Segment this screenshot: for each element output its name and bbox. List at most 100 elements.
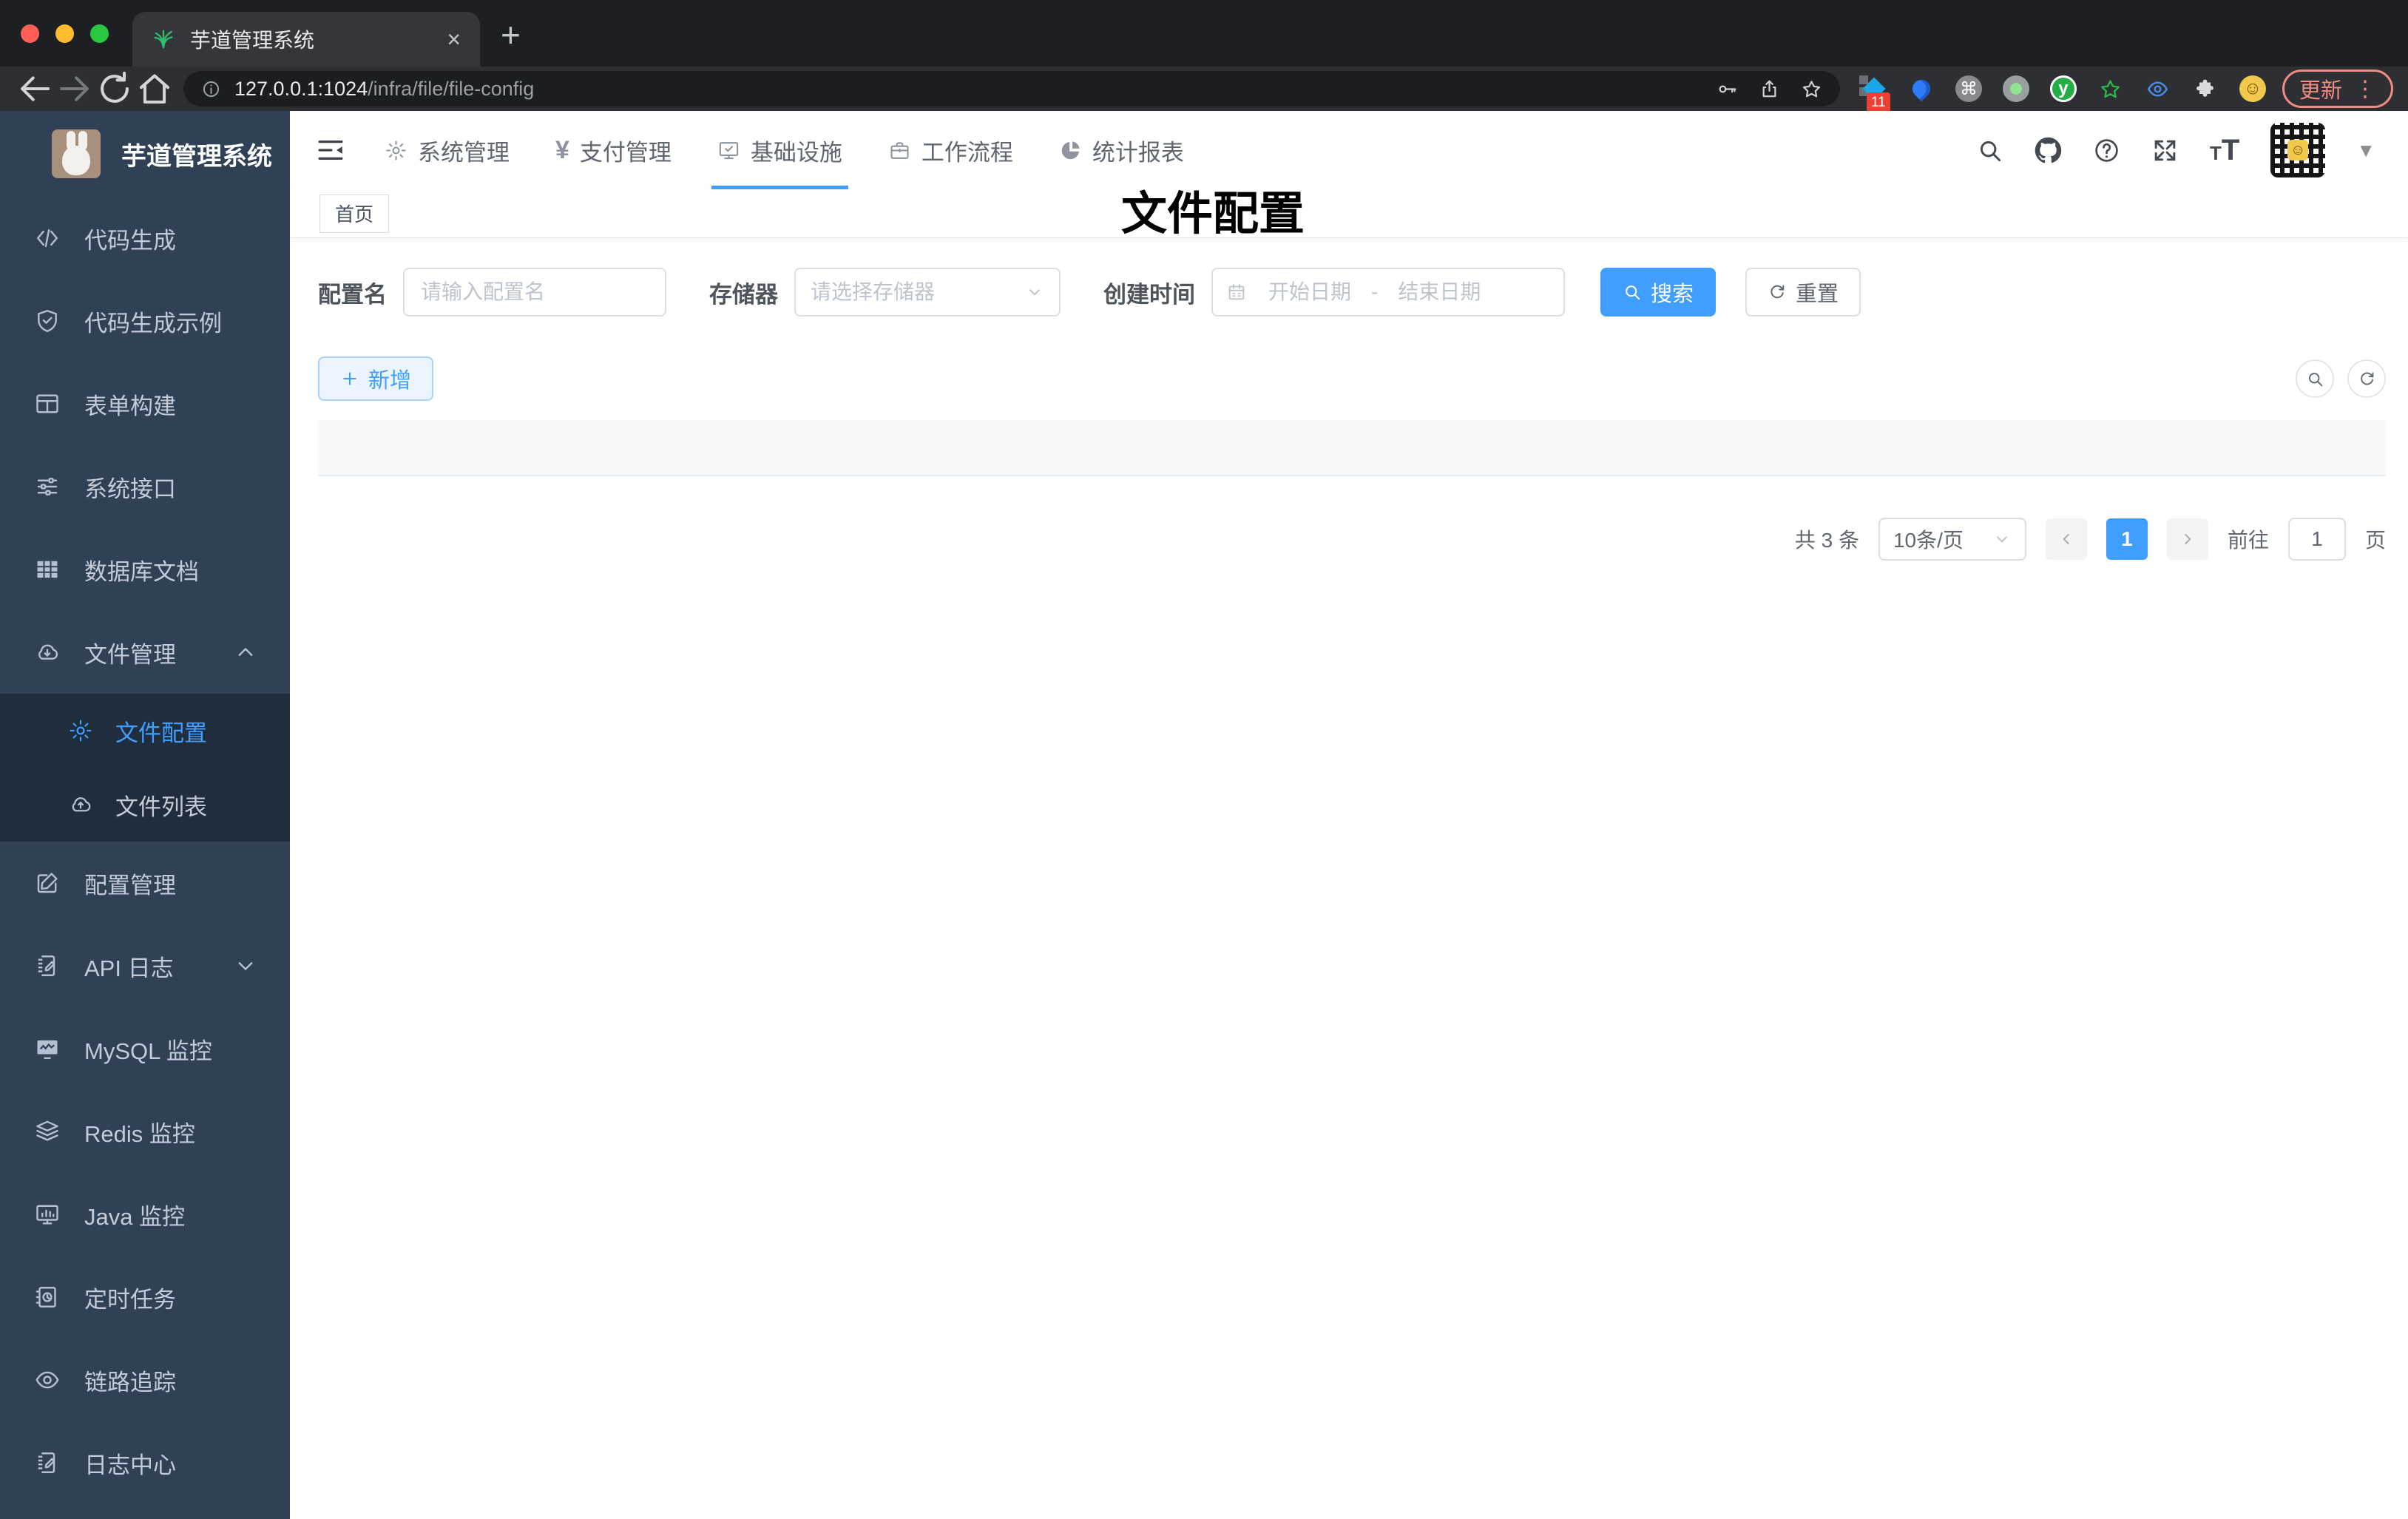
tags-view: 首页 文件配置 <box>290 189 2408 240</box>
topnav-item-label: 系统管理 <box>418 139 510 166</box>
window-controls <box>21 0 132 67</box>
sidebar-item-file-config[interactable]: 文件配置 <box>0 694 290 768</box>
back-icon[interactable] <box>15 69 55 109</box>
doc-clock-icon <box>34 1284 61 1310</box>
chevron-down-icon <box>232 953 259 979</box>
sidebar-item-system-api[interactable]: 系统接口 <box>0 445 290 528</box>
extension-star-icon[interactable] <box>2096 74 2125 104</box>
search-icon[interactable] <box>1976 137 2003 164</box>
extension-y-icon[interactable]: y <box>2049 74 2078 104</box>
sidebar-item-api-log[interactable]: API 日志 <box>0 924 290 1007</box>
extension-eye-icon[interactable] <box>2143 74 2173 104</box>
add-button[interactable]: 新增 <box>318 356 434 401</box>
user-avatar-qr[interactable]: ☺ <box>2270 123 2326 177</box>
extension-command-icon[interactable]: ⌘ <box>1954 74 1983 104</box>
total-count: 共 3 条 <box>1794 529 1859 552</box>
cloud-download-icon <box>34 639 61 666</box>
sidebar: 芋道管理系统 代码生成 代码生成示例 表单构建 系统接口 数据库文档 文件管理文件配置文件… <box>0 111 290 1519</box>
forward-icon[interactable] <box>55 69 95 109</box>
pagination: 共 3 条 10条/页 1 前往 页 <box>318 518 2386 561</box>
avatar-caret-down-icon[interactable]: ▼ <box>2356 139 2375 162</box>
sidebar-item-config-manage[interactable]: 配置管理 <box>0 842 290 924</box>
extension-grid-icon[interactable]: 11 <box>1859 74 1890 112</box>
sidebar-item-trace[interactable]: 链路追踪 <box>0 1339 290 1421</box>
chevron-down-icon <box>1992 530 2012 549</box>
home-icon[interactable] <box>135 69 175 109</box>
config-name-input[interactable] <box>403 268 666 317</box>
chevron-down-icon <box>1025 283 1044 302</box>
sidebar-item-label: 定时任务 <box>84 1286 176 1313</box>
browser-menu-icon[interactable]: ⋮ <box>2354 76 2376 102</box>
help-icon[interactable] <box>2093 137 2120 164</box>
profile-avatar[interactable]: ☺ <box>2238 74 2267 104</box>
password-key-icon[interactable] <box>1717 78 1738 100</box>
start-date-input[interactable] <box>1251 280 1368 304</box>
extension-record-icon[interactable] <box>2001 74 2031 104</box>
extensions-puzzle-icon[interactable] <box>2191 74 2220 104</box>
search-toggle-icon[interactable] <box>2296 359 2334 398</box>
doc-pencil-icon <box>34 1449 61 1476</box>
github-icon[interactable] <box>2035 137 2062 164</box>
url-host: 127.0.0.1:1024 <box>234 77 368 100</box>
page-size-select[interactable]: 10条/页 <box>1878 518 2026 561</box>
end-date-input[interactable] <box>1381 280 1498 304</box>
sidebar-item-file-manage[interactable]: 文件管理 <box>0 611 290 694</box>
site-info-icon[interactable] <box>201 79 221 99</box>
browser-toolbar: 127.0.0.1:1024 /infra/file/file-config 1… <box>0 67 2408 112</box>
prev-page-icon[interactable] <box>2045 518 2087 560</box>
url-bar[interactable]: 127.0.0.1:1024 /infra/file/file-config <box>183 71 1840 106</box>
current-page-button[interactable]: 1 <box>2106 518 2148 560</box>
sidebar-item-java-monitor[interactable]: Java 监控 <box>0 1173 290 1256</box>
sidebar-item-db-doc[interactable]: 数据库文档 <box>0 528 290 611</box>
monitor-pulse-icon <box>34 1035 61 1062</box>
sidebar-item-file-list[interactable]: 文件列表 <box>0 768 290 842</box>
sidebar-item-code-gen[interactable]: 代码生成 <box>0 197 290 280</box>
sidebar-item-redis-monitor[interactable]: Redis 监控 <box>0 1090 290 1173</box>
close-window-button[interactable] <box>21 24 39 43</box>
create-time-label: 创建时间 <box>1103 281 1195 308</box>
extension-pin-icon[interactable] <box>1907 74 1936 104</box>
page-unit-label: 页 <box>2364 529 2386 552</box>
reset-button[interactable]: 重置 <box>1745 268 1861 317</box>
next-page-icon[interactable] <box>2166 518 2208 560</box>
browser-tab[interactable]: 芋道管理系统 × <box>132 12 480 67</box>
db-table-icon <box>34 556 61 583</box>
sidebar-item-form-builder[interactable]: 表单构建 <box>0 362 290 445</box>
gear-icon <box>68 718 93 743</box>
date-range-picker[interactable]: - <box>1211 268 1565 317</box>
minimize-window-button[interactable] <box>55 24 74 43</box>
new-tab-button[interactable]: + <box>501 15 521 55</box>
goto-page-input[interactable] <box>2287 518 2346 561</box>
app-logo[interactable]: 芋道管理系统 <box>0 111 290 197</box>
bookmark-star-icon[interactable] <box>1801 78 1822 100</box>
sidebar-item-log-center[interactable]: 日志中心 <box>0 1421 290 1504</box>
sidebar-item-cron-job[interactable]: 定时任务 <box>0 1256 290 1339</box>
sidebar-item-mysql-monitor[interactable]: MySQL 监控 <box>0 1007 290 1090</box>
search-button[interactable]: 搜索 <box>1600 268 1717 317</box>
share-icon[interactable] <box>1759 78 1780 100</box>
sidebar-item-label: 文件配置 <box>115 720 207 746</box>
zoom-window-button[interactable] <box>90 24 109 43</box>
browser-update-button[interactable]: 更新 ⋮ <box>2282 70 2393 108</box>
font-size-icon[interactable]: TT <box>2210 135 2239 165</box>
collapse-sidebar-icon[interactable] <box>315 135 346 166</box>
sidebar-item-label: 链路追踪 <box>84 1369 176 1395</box>
storage-select-input[interactable] <box>811 280 1019 304</box>
top-nav: 系统管理 ¥ 支付管理 基础设施 工作流程 统计报表 <box>377 111 1222 189</box>
config-name-label: 配置名 <box>318 281 387 308</box>
range-separator: - <box>1371 280 1379 303</box>
topnav-item-workflow[interactable]: 工作流程 <box>881 111 1021 189</box>
fullscreen-icon[interactable] <box>2151 137 2179 164</box>
reload-icon[interactable] <box>95 69 135 109</box>
topnav-item-pay[interactable]: ¥ 支付管理 <box>548 111 679 189</box>
sidebar-item-code-example[interactable]: 代码生成示例 <box>0 280 290 362</box>
form-icon <box>34 390 61 417</box>
sidebar-menu: 代码生成 代码生成示例 表单构建 系统接口 数据库文档 文件管理文件配置文件列表 配置管理 A… <box>0 197 290 1504</box>
topnav-item-infra[interactable]: 基础设施 <box>710 111 850 189</box>
storage-select[interactable] <box>794 268 1061 317</box>
refresh-table-icon[interactable] <box>2347 359 2386 398</box>
tab-close-icon[interactable]: × <box>447 26 461 53</box>
topnav-item-system[interactable]: 系统管理 <box>377 111 517 189</box>
topnav-item-label: 工作流程 <box>921 139 1013 166</box>
tag-home[interactable]: 首页 <box>319 194 390 233</box>
